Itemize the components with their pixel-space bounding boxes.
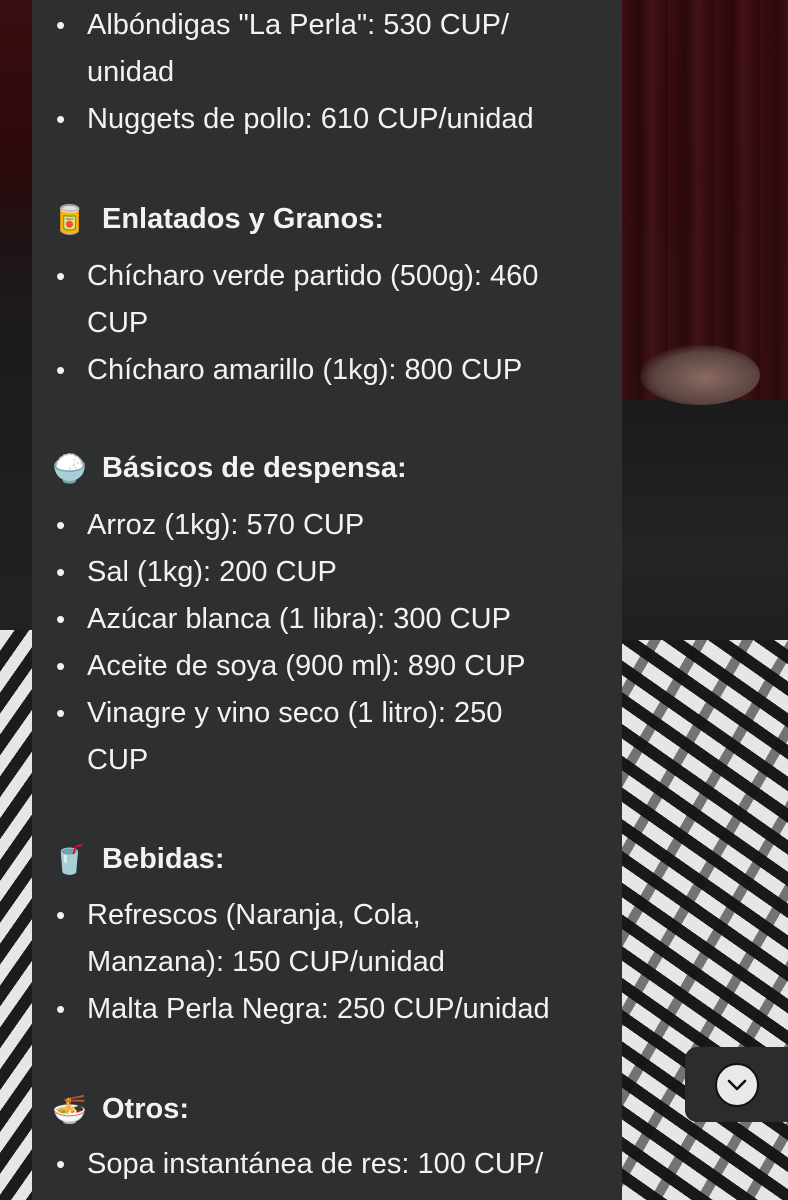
section-heading-enlatados: 🥫 Enlatados y Granos: bbox=[52, 203, 384, 236]
chevron-down-icon bbox=[727, 1079, 746, 1090]
list-item: Aceite de soya (900 ml): 890 CUP bbox=[32, 643, 622, 690]
canned-food-icon: 🥫 bbox=[52, 203, 87, 235]
list-item: Nuggets de pollo: 610 CUP/unidad bbox=[32, 96, 622, 143]
noodle-bowl-icon: 🍜 bbox=[52, 1093, 87, 1125]
background-hand bbox=[640, 345, 760, 405]
list-item: Refrescos (Naranja, Cola,Manzana): 150 C… bbox=[32, 892, 622, 986]
item-list: Chícharo verde partido (500g): 460CUP Ch… bbox=[32, 253, 622, 394]
drink-cup-icon: 🥤 bbox=[52, 843, 87, 875]
item-list: Sopa instantánea de res: 100 CUP/ bbox=[32, 1141, 622, 1188]
list-item: Vinagre y vino seco (1 litro): 250CUP bbox=[32, 690, 622, 784]
section-heading-text: Bebidas: bbox=[102, 843, 225, 875]
background-couch bbox=[622, 400, 788, 660]
chevron-down-circle-icon bbox=[714, 1062, 759, 1107]
list-item: Sopa instantánea de res: 100 CUP/ bbox=[32, 1141, 622, 1188]
list-item: Albóndigas "La Perla": 530 CUP/unidad bbox=[32, 2, 622, 96]
list-item: Chícharo amarillo (1kg): 800 CUP bbox=[32, 347, 622, 394]
list-item: Sal (1kg): 200 CUP bbox=[32, 549, 622, 596]
section-heading-basicos: 🍚 Básicos de despensa: bbox=[52, 452, 407, 485]
item-list: Albóndigas "La Perla": 530 CUP/unidad Nu… bbox=[32, 2, 622, 143]
section-heading-text: Otros: bbox=[102, 1093, 189, 1125]
list-item: Arroz (1kg): 570 CUP bbox=[32, 502, 622, 549]
item-list: Refrescos (Naranja, Cola,Manzana): 150 C… bbox=[32, 892, 622, 1033]
list-item: Chícharo verde partido (500g): 460CUP bbox=[32, 253, 622, 347]
section-heading-text: Enlatados y Granos: bbox=[102, 203, 385, 235]
message-bubble: Albóndigas "La Perla": 530 CUP/unidad Nu… bbox=[32, 0, 622, 1200]
rice-bowl-icon: 🍚 bbox=[52, 452, 87, 484]
scroll-down-button[interactable] bbox=[685, 1047, 788, 1122]
section-heading-otros: 🍜 Otros: bbox=[52, 1093, 189, 1126]
list-item-text: Albóndigas "La Perla": 530 CUP/unidad bbox=[87, 9, 510, 88]
list-item: Azúcar blanca (1 libra): 300 CUP bbox=[32, 596, 622, 643]
section-heading-text: Básicos de despensa: bbox=[102, 452, 407, 484]
list-item: Malta Perla Negra: 250 CUP/unidad bbox=[32, 986, 622, 1033]
item-list: Arroz (1kg): 570 CUP Sal (1kg): 200 CUP … bbox=[32, 502, 622, 784]
section-heading-bebidas: 🥤 Bebidas: bbox=[52, 843, 224, 876]
